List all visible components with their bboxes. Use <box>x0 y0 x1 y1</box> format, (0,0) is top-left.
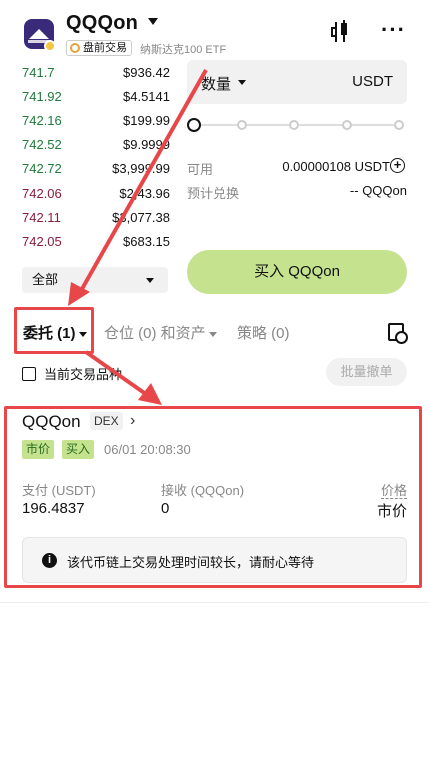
book-price: 742.52 <box>22 137 62 153</box>
tab-positions-label: 仓位 (0) 和资产 <box>104 325 206 342</box>
book-price: 742.16 <box>22 112 62 128</box>
caret-down-icon[interactable] <box>238 80 246 85</box>
order-book-row[interactable]: 742.16 $199.99 <box>22 108 170 132</box>
estimate-label: 预计兑换 <box>187 186 240 201</box>
book-price: 742.06 <box>22 185 62 201</box>
current-symbol-label: 当前交易品种 <box>44 367 123 382</box>
book-amount: $4.5141 <box>123 88 170 104</box>
slider-step[interactable] <box>342 120 352 130</box>
quantity-input[interactable]: 数量 USDT <box>187 60 407 104</box>
slider-step[interactable] <box>289 120 299 130</box>
filter-label: 全部 <box>32 272 59 287</box>
arrowhead-icon <box>138 383 162 405</box>
order-book-row[interactable]: 742.05 $683.15 <box>22 229 170 253</box>
section-divider <box>0 602 429 603</box>
tab-strategies[interactable]: 策略 (0) <box>237 322 290 343</box>
tab-positions[interactable]: 仓位 (0) 和资产 <box>104 322 217 343</box>
estimate-value: -- QQQon <box>349 183 407 198</box>
slider-step[interactable] <box>237 120 247 130</box>
order-book: 741.7 $936.42 741.92 $4.5141 742.16 $199.99… <box>22 60 170 254</box>
book-amount: $3,999.99 <box>112 161 170 177</box>
order-book-row[interactable]: 742.06 $2,43.96 <box>22 181 170 205</box>
available-label: 可用 <box>187 162 214 177</box>
book-price: 742.11 <box>22 209 61 225</box>
premium-badge-icon <box>44 40 56 52</box>
book-filter-select[interactable]: 全部 <box>22 267 168 293</box>
book-price: 742.05 <box>22 233 62 249</box>
book-price: 741.7 <box>22 64 55 80</box>
token-title[interactable]: QQQon <box>66 12 138 35</box>
current-symbol-checkbox[interactable] <box>22 366 36 381</box>
orders-tab-highlight <box>14 307 94 354</box>
sun-icon <box>70 43 80 53</box>
buy-button[interactable]: 买入 QQQon <box>187 250 407 294</box>
book-amount: $2,43.96 <box>119 185 170 201</box>
quantity-unit: USDT <box>352 73 393 90</box>
token-subtitle: 纳斯达克100 ETF <box>140 44 227 56</box>
caret-down-icon <box>146 278 154 283</box>
order-book-row[interactable]: 742.52 $9.9999 <box>22 133 170 157</box>
more-options-icon[interactable]: ··· <box>381 19 406 41</box>
order-card-highlight <box>4 406 422 588</box>
amount-slider[interactable] <box>187 117 405 133</box>
book-amount: $936.42 <box>123 64 170 80</box>
slider-handle[interactable] <box>187 118 201 132</box>
tab-strategies-label: 策略 (0) <box>237 325 290 342</box>
quantity-label: 数量 <box>201 76 232 93</box>
book-amount: $3,077.38 <box>112 209 170 225</box>
premarket-tag: 盘前交易 <box>66 40 132 56</box>
order-history-icon[interactable] <box>388 323 408 344</box>
book-amount: $9.9999 <box>123 137 170 153</box>
book-price: 741.92 <box>22 88 62 104</box>
add-funds-icon[interactable]: + <box>390 158 405 173</box>
candlestick-chart-icon[interactable] <box>329 20 351 44</box>
current-symbol-filter[interactable]: 当前交易品种 <box>22 364 122 383</box>
book-amount: $199.99 <box>123 112 170 128</box>
premarket-label: 盘前交易 <box>83 42 127 54</box>
slider-step[interactable] <box>394 120 404 130</box>
order-book-row[interactable]: 742.72 $3,999.99 <box>22 157 170 181</box>
bulk-cancel-button[interactable]: 批量撤单 <box>326 358 407 386</box>
caret-down-icon <box>208 331 217 337</box>
order-book-row[interactable]: 742.11 $3,077.38 <box>22 205 170 229</box>
order-book-row[interactable]: 741.92 $4.5141 <box>22 84 170 108</box>
book-amount: $683.15 <box>123 233 170 249</box>
available-value: 0.00000108 USDT <box>282 159 390 174</box>
order-book-row[interactable]: 741.7 $936.42 <box>22 60 170 84</box>
app-header: QQQon 盘前交易 纳斯达克100 ETF ··· <box>0 0 429 62</box>
chevron-down-icon[interactable] <box>148 18 158 25</box>
book-price: 742.72 <box>22 161 62 177</box>
